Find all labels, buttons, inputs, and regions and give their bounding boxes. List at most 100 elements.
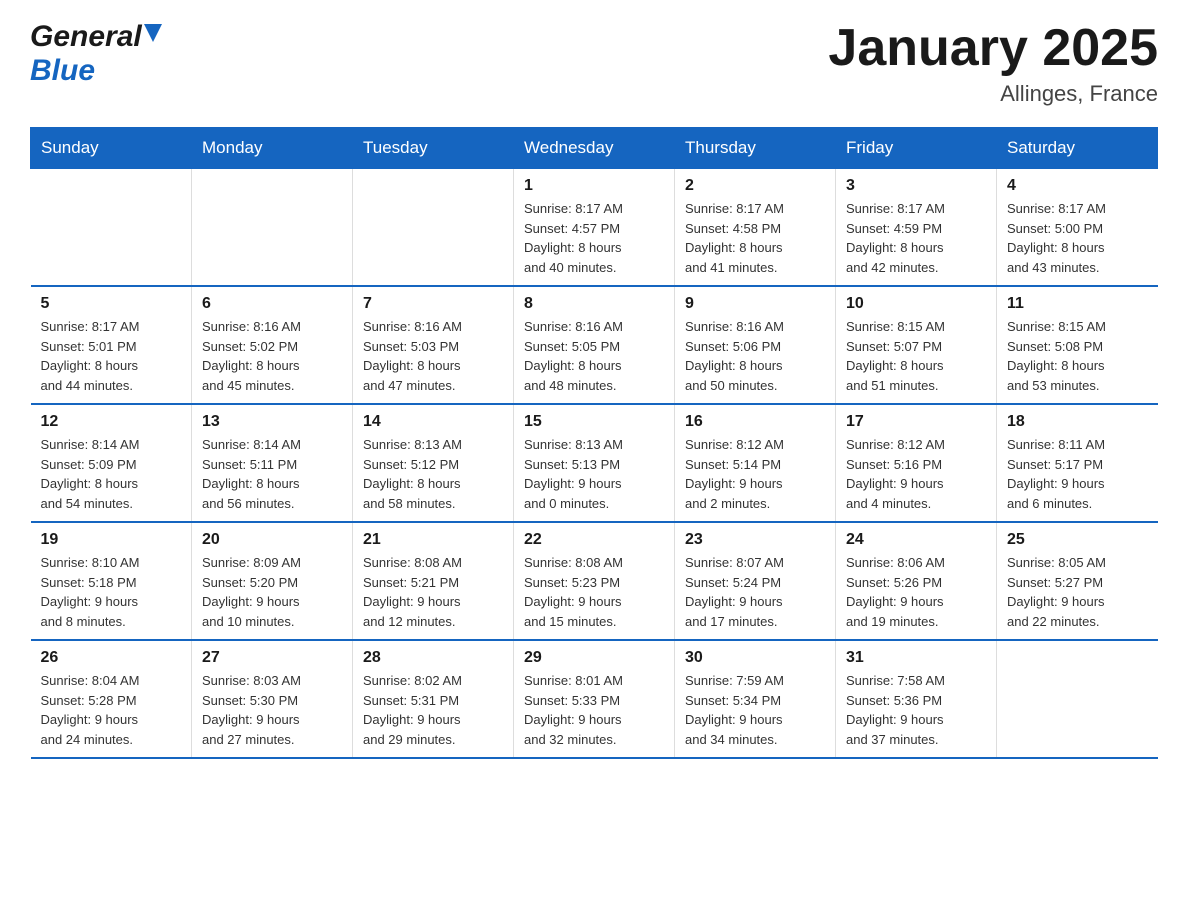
day-info: Sunrise: 8:15 AM Sunset: 5:08 PM Dayligh… — [1007, 317, 1148, 395]
calendar-cell — [31, 169, 192, 287]
day-info: Sunrise: 8:15 AM Sunset: 5:07 PM Dayligh… — [846, 317, 986, 395]
day-number: 5 — [41, 295, 182, 313]
calendar-cell: 30 Sunrise: 7:59 AM Sunset: 5:34 PM Dayli… — [675, 640, 836, 758]
day-number: 2 — [685, 177, 825, 195]
day-number: 8 — [524, 295, 664, 313]
day-number: 13 — [202, 413, 342, 431]
day-number: 11 — [1007, 295, 1148, 313]
calendar-cell: 27 Sunrise: 8:03 AM Sunset: 5:30 PM Dayli… — [192, 640, 353, 758]
calendar-cell: 13 Sunrise: 8:14 AM Sunset: 5:11 PM Dayli… — [192, 404, 353, 522]
day-info: Sunrise: 8:17 AM Sunset: 4:59 PM Dayligh… — [846, 199, 986, 277]
month-title: January 2025 — [828, 20, 1158, 77]
logo-blue-text: Blue — [30, 54, 95, 87]
logo-triangle-icon — [144, 24, 162, 42]
calendar-cell: 19Sunrise: 8:10 AM Sunset: 5:18 PM Dayli… — [31, 522, 192, 640]
day-number: 22 — [524, 531, 664, 549]
day-number: 27 — [202, 649, 342, 667]
day-info: Sunrise: 8:01 AM Sunset: 5:33 PM Dayligh… — [524, 671, 664, 749]
calendar-header-tuesday: Tuesday — [353, 128, 514, 169]
calendar-cell: 2 Sunrise: 8:17 AM Sunset: 4:58 PM Daylig… — [675, 169, 836, 287]
day-number: 19 — [41, 531, 182, 549]
calendar-week-row: 1Sunrise: 8:17 AM Sunset: 4:57 PM Daylig… — [31, 169, 1158, 287]
day-number: 7 — [363, 295, 503, 313]
day-number: 18 — [1007, 413, 1148, 431]
calendar-week-row: 5 Sunrise: 8:17 AM Sunset: 5:01 PM Daylig… — [31, 286, 1158, 404]
calendar-cell: 18 Sunrise: 8:11 AM Sunset: 5:17 PM Dayli… — [997, 404, 1158, 522]
calendar-header-row: SundayMondayTuesdayWednesdayThursdayFrid… — [31, 128, 1158, 169]
day-info: Sunrise: 8:17 AM Sunset: 5:01 PM Dayligh… — [41, 317, 182, 395]
day-info: Sunrise: 8:03 AM Sunset: 5:30 PM Dayligh… — [202, 671, 342, 749]
calendar-header-saturday: Saturday — [997, 128, 1158, 169]
calendar-cell: 17Sunrise: 8:12 AM Sunset: 5:16 PM Dayli… — [836, 404, 997, 522]
calendar-cell: 10Sunrise: 8:15 AM Sunset: 5:07 PM Dayli… — [836, 286, 997, 404]
calendar-cell — [997, 640, 1158, 758]
calendar-cell: 26 Sunrise: 8:04 AM Sunset: 5:28 PM Dayli… — [31, 640, 192, 758]
calendar-header-friday: Friday — [836, 128, 997, 169]
day-info: Sunrise: 8:17 AM Sunset: 5:00 PM Dayligh… — [1007, 199, 1148, 277]
day-info: Sunrise: 7:59 AM Sunset: 5:34 PM Dayligh… — [685, 671, 825, 749]
calendar-cell: 22 Sunrise: 8:08 AM Sunset: 5:23 PM Dayli… — [514, 522, 675, 640]
day-info: Sunrise: 8:09 AM Sunset: 5:20 PM Dayligh… — [202, 553, 342, 631]
day-info: Sunrise: 8:04 AM Sunset: 5:28 PM Dayligh… — [41, 671, 182, 749]
day-number: 25 — [1007, 531, 1148, 549]
calendar-cell: 9 Sunrise: 8:16 AM Sunset: 5:06 PM Daylig… — [675, 286, 836, 404]
day-info: Sunrise: 8:16 AM Sunset: 5:05 PM Dayligh… — [524, 317, 664, 395]
calendar-cell: 29Sunrise: 8:01 AM Sunset: 5:33 PM Dayli… — [514, 640, 675, 758]
day-number: 9 — [685, 295, 825, 313]
calendar-cell: 8 Sunrise: 8:16 AM Sunset: 5:05 PM Daylig… — [514, 286, 675, 404]
calendar-cell: 21 Sunrise: 8:08 AM Sunset: 5:21 PM Dayli… — [353, 522, 514, 640]
day-number: 4 — [1007, 177, 1148, 195]
calendar-cell: 4 Sunrise: 8:17 AM Sunset: 5:00 PM Daylig… — [997, 169, 1158, 287]
day-info: Sunrise: 7:58 AM Sunset: 5:36 PM Dayligh… — [846, 671, 986, 749]
calendar-cell: 12 Sunrise: 8:14 AM Sunset: 5:09 PM Dayli… — [31, 404, 192, 522]
logo: General Blue — [30, 20, 162, 88]
day-info: Sunrise: 8:16 AM Sunset: 5:02 PM Dayligh… — [202, 317, 342, 395]
calendar-week-row: 19Sunrise: 8:10 AM Sunset: 5:18 PM Dayli… — [31, 522, 1158, 640]
calendar-header-wednesday: Wednesday — [514, 128, 675, 169]
day-number: 26 — [41, 649, 182, 667]
day-info: Sunrise: 8:08 AM Sunset: 5:21 PM Dayligh… — [363, 553, 503, 631]
calendar-cell: 7 Sunrise: 8:16 AM Sunset: 5:03 PM Daylig… — [353, 286, 514, 404]
calendar-cell — [192, 169, 353, 287]
day-number: 14 — [363, 413, 503, 431]
title-section: January 2025 Allinges, France — [828, 20, 1158, 107]
day-info: Sunrise: 8:12 AM Sunset: 5:14 PM Dayligh… — [685, 435, 825, 513]
day-info: Sunrise: 8:17 AM Sunset: 4:57 PM Dayligh… — [524, 199, 664, 277]
day-number: 20 — [202, 531, 342, 549]
calendar-cell: 31 Sunrise: 7:58 AM Sunset: 5:36 PM Dayli… — [836, 640, 997, 758]
logo-general-text: General — [30, 20, 142, 54]
day-number: 21 — [363, 531, 503, 549]
location-label: Allinges, France — [828, 81, 1158, 107]
day-info: Sunrise: 8:13 AM Sunset: 5:12 PM Dayligh… — [363, 435, 503, 513]
day-info: Sunrise: 8:16 AM Sunset: 5:06 PM Dayligh… — [685, 317, 825, 395]
calendar-cell: 3Sunrise: 8:17 AM Sunset: 4:59 PM Daylig… — [836, 169, 997, 287]
day-info: Sunrise: 8:17 AM Sunset: 4:58 PM Dayligh… — [685, 199, 825, 277]
day-info: Sunrise: 8:14 AM Sunset: 5:11 PM Dayligh… — [202, 435, 342, 513]
day-number: 23 — [685, 531, 825, 549]
day-info: Sunrise: 8:06 AM Sunset: 5:26 PM Dayligh… — [846, 553, 986, 631]
calendar-cell: 5 Sunrise: 8:17 AM Sunset: 5:01 PM Daylig… — [31, 286, 192, 404]
day-info: Sunrise: 8:11 AM Sunset: 5:17 PM Dayligh… — [1007, 435, 1148, 513]
day-info: Sunrise: 8:08 AM Sunset: 5:23 PM Dayligh… — [524, 553, 664, 631]
day-info: Sunrise: 8:02 AM Sunset: 5:31 PM Dayligh… — [363, 671, 503, 749]
calendar-header-monday: Monday — [192, 128, 353, 169]
day-number: 31 — [846, 649, 986, 667]
calendar-cell: 11 Sunrise: 8:15 AM Sunset: 5:08 PM Dayli… — [997, 286, 1158, 404]
day-number: 24 — [846, 531, 986, 549]
calendar-cell: 6Sunrise: 8:16 AM Sunset: 5:02 PM Daylig… — [192, 286, 353, 404]
calendar-cell: 20 Sunrise: 8:09 AM Sunset: 5:20 PM Dayli… — [192, 522, 353, 640]
day-number: 12 — [41, 413, 182, 431]
calendar-cell: 1Sunrise: 8:17 AM Sunset: 4:57 PM Daylig… — [514, 169, 675, 287]
calendar-cell — [353, 169, 514, 287]
day-info: Sunrise: 8:14 AM Sunset: 5:09 PM Dayligh… — [41, 435, 182, 513]
day-number: 30 — [685, 649, 825, 667]
calendar-cell: 25 Sunrise: 8:05 AM Sunset: 5:27 PM Dayli… — [997, 522, 1158, 640]
calendar-cell: 23Sunrise: 8:07 AM Sunset: 5:24 PM Dayli… — [675, 522, 836, 640]
day-number: 16 — [685, 413, 825, 431]
calendar-header-thursday: Thursday — [675, 128, 836, 169]
day-info: Sunrise: 8:05 AM Sunset: 5:27 PM Dayligh… — [1007, 553, 1148, 631]
calendar-cell: 16 Sunrise: 8:12 AM Sunset: 5:14 PM Dayli… — [675, 404, 836, 522]
calendar-table: SundayMondayTuesdayWednesdayThursdayFrid… — [30, 127, 1158, 759]
day-number: 28 — [363, 649, 503, 667]
day-info: Sunrise: 8:16 AM Sunset: 5:03 PM Dayligh… — [363, 317, 503, 395]
